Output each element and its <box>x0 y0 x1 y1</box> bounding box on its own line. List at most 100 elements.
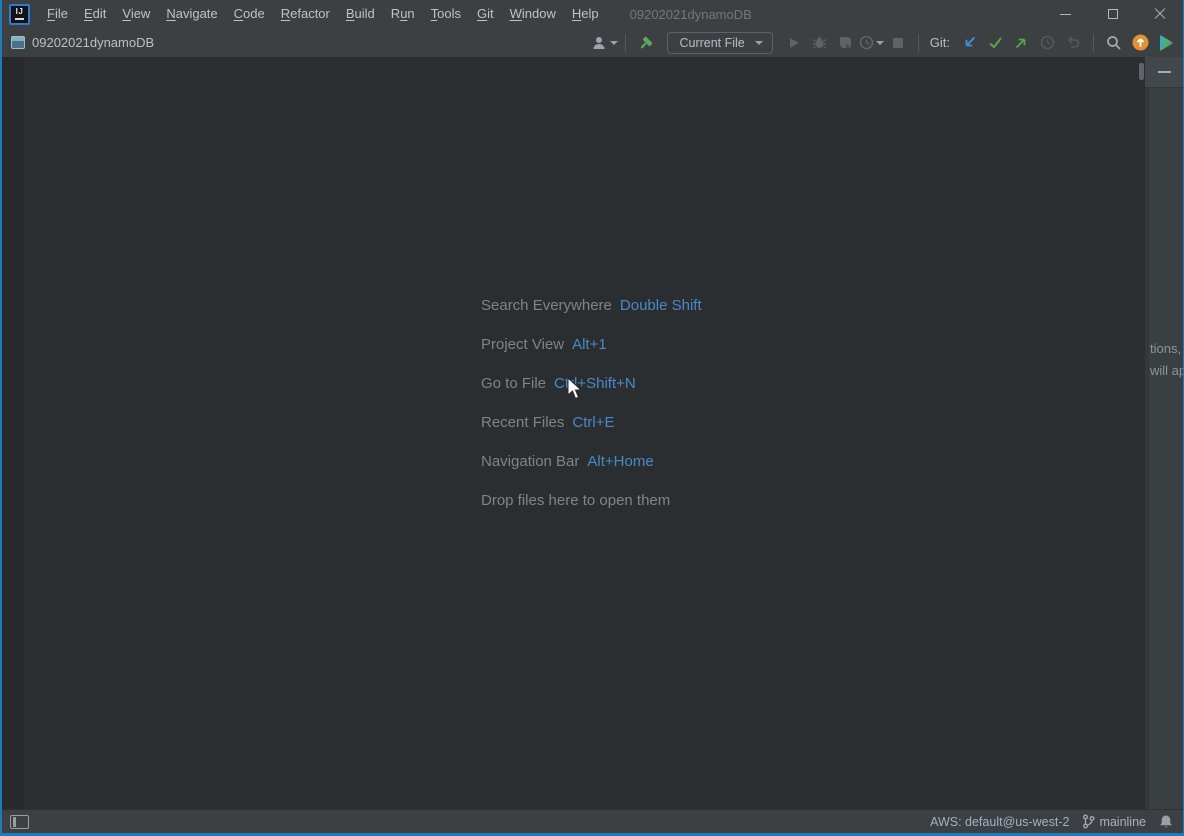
ide-update-button[interactable] <box>1127 31 1153 55</box>
toolbar-actions: Current File <box>592 31 1179 55</box>
menu-window[interactable]: Window <box>502 0 564 28</box>
hint-shortcut: Alt+Home <box>587 453 653 470</box>
menu-navigate[interactable]: Navigate <box>158 0 225 28</box>
arrow-down-left-icon <box>962 35 977 50</box>
menu-help[interactable]: Help <box>564 0 607 28</box>
play-icon <box>787 36 801 50</box>
statusbar: AWS: default@us-west-2 mainline <box>2 809 1183 833</box>
splitter-handle[interactable] <box>1139 63 1144 80</box>
git-history-button[interactable] <box>1034 31 1060 55</box>
tool-window-toggle-icon[interactable] <box>10 815 29 829</box>
hint-label: Drop files here to open them <box>481 492 670 509</box>
menu-code[interactable]: Code <box>226 0 273 28</box>
toolbar-separator <box>918 34 919 52</box>
git-push-button[interactable] <box>1008 31 1034 55</box>
mouse-cursor <box>567 377 585 401</box>
run-config-dropdown[interactable]: Current File <box>667 32 772 54</box>
project-widget[interactable]: 09202021dynamoDB <box>11 35 154 50</box>
right-tool-window-body: tions, will ap <box>1145 88 1183 809</box>
hide-panel-button[interactable] <box>1154 62 1174 82</box>
toolbar-separator <box>625 34 626 52</box>
git-branch-name: mainline <box>1099 815 1146 829</box>
project-icon <box>11 36 25 49</box>
toolbar: 09202021dynamoDB Curre <box>2 28 1183 57</box>
drop-files-hint: Drop files here to open them <box>481 492 702 514</box>
logo-text: IJ <box>16 8 24 16</box>
minimize-icon <box>1060 14 1071 15</box>
menu-view[interactable]: View <box>114 0 158 28</box>
hint-shortcut: Double Shift <box>620 297 702 314</box>
git-label: Git: <box>930 35 950 50</box>
clipped-line: will ap <box>1150 360 1183 382</box>
debug-button[interactable] <box>807 31 833 55</box>
hint-shortcut: Alt+1 <box>572 336 607 353</box>
run-button[interactable] <box>781 31 807 55</box>
window-title: 09202021dynamoDB <box>630 7 752 22</box>
menu-bar: FileEditViewNavigateCodeRefactorBuildRun… <box>39 0 607 28</box>
update-badge-icon <box>1132 34 1149 51</box>
hint-row: Project View Alt+1 <box>481 336 702 358</box>
hint-row: Search Everywhere Double Shift <box>481 297 702 319</box>
menu-file[interactable]: File <box>39 0 76 28</box>
maximize-icon <box>1108 9 1118 19</box>
git-update-button[interactable] <box>956 31 982 55</box>
hide-icon <box>1158 71 1171 73</box>
tool-window-stripe-left[interactable] <box>2 57 24 809</box>
undo-icon <box>1066 35 1081 50</box>
profile-button[interactable] <box>592 31 618 55</box>
coverage-button[interactable] <box>833 31 859 55</box>
profiler-button[interactable] <box>859 31 885 55</box>
minimize-button[interactable] <box>1042 0 1089 28</box>
hint-label: Search Everywhere <box>481 297 612 314</box>
ide-window: IJ FileEditViewNavigateCodeRefactorBuild… <box>0 0 1184 836</box>
aws-connection-widget[interactable]: AWS: default@us-west-2 <box>930 815 1069 829</box>
window-controls <box>1042 0 1183 28</box>
titlebar: IJ FileEditViewNavigateCodeRefactorBuild… <box>2 0 1183 28</box>
git-branch-widget[interactable]: mainline <box>1082 814 1146 829</box>
profiler-icon <box>859 35 874 50</box>
maximize-button[interactable] <box>1089 0 1136 28</box>
bug-icon <box>812 35 827 50</box>
hint-row: Navigation Bar Alt+Home <box>481 453 702 475</box>
menu-refactor[interactable]: Refactor <box>273 0 338 28</box>
hint-label: Navigation Bar <box>481 453 579 470</box>
plugin-logo-button[interactable] <box>1153 31 1179 55</box>
statusbar-left <box>10 815 29 829</box>
chevron-down-icon <box>610 41 618 45</box>
menu-tools[interactable]: Tools <box>423 0 469 28</box>
search-icon <box>1106 35 1122 51</box>
build-button[interactable] <box>633 31 659 55</box>
clipped-notification-text: tions, will ap <box>1150 338 1183 382</box>
menu-run[interactable]: Run <box>383 0 423 28</box>
arrow-up-right-icon <box>1014 35 1029 50</box>
search-everywhere-button[interactable] <box>1101 31 1127 55</box>
hint-label: Go to File <box>481 375 546 392</box>
clock-icon <box>1040 35 1055 50</box>
menu-git[interactable]: Git <box>469 0 502 28</box>
git-commit-button[interactable] <box>982 31 1008 55</box>
user-icon <box>592 35 608 51</box>
close-button[interactable] <box>1136 0 1183 28</box>
close-icon <box>1154 8 1166 20</box>
hint-label: Project View <box>481 336 564 353</box>
check-icon <box>988 35 1003 50</box>
menu-build[interactable]: Build <box>338 0 383 28</box>
git-rollback-button[interactable] <box>1060 31 1086 55</box>
menu-edit[interactable]: Edit <box>76 0 114 28</box>
chevron-down-icon <box>876 41 884 45</box>
right-tool-window-header <box>1145 57 1183 88</box>
stop-icon <box>892 37 904 49</box>
notifications-bell-icon[interactable] <box>1159 814 1173 829</box>
hint-label: Recent Files <box>481 414 564 431</box>
right-tool-window: tions, will ap <box>1145 57 1183 809</box>
colorful-plugin-icon <box>1157 34 1175 52</box>
git-branch-icon <box>1082 814 1095 829</box>
statusbar-right: AWS: default@us-west-2 mainline <box>930 814 1173 829</box>
editor-surface[interactable]: Search Everywhere Double Shift Project Vie… <box>24 57 1145 809</box>
stop-button[interactable] <box>885 31 911 55</box>
chevron-down-icon <box>755 41 763 45</box>
clipped-line: tions, <box>1150 338 1183 360</box>
intellij-logo-icon: IJ <box>9 4 30 25</box>
coverage-icon <box>838 35 853 50</box>
hint-row: Recent FilesCtrl+E <box>481 414 702 436</box>
